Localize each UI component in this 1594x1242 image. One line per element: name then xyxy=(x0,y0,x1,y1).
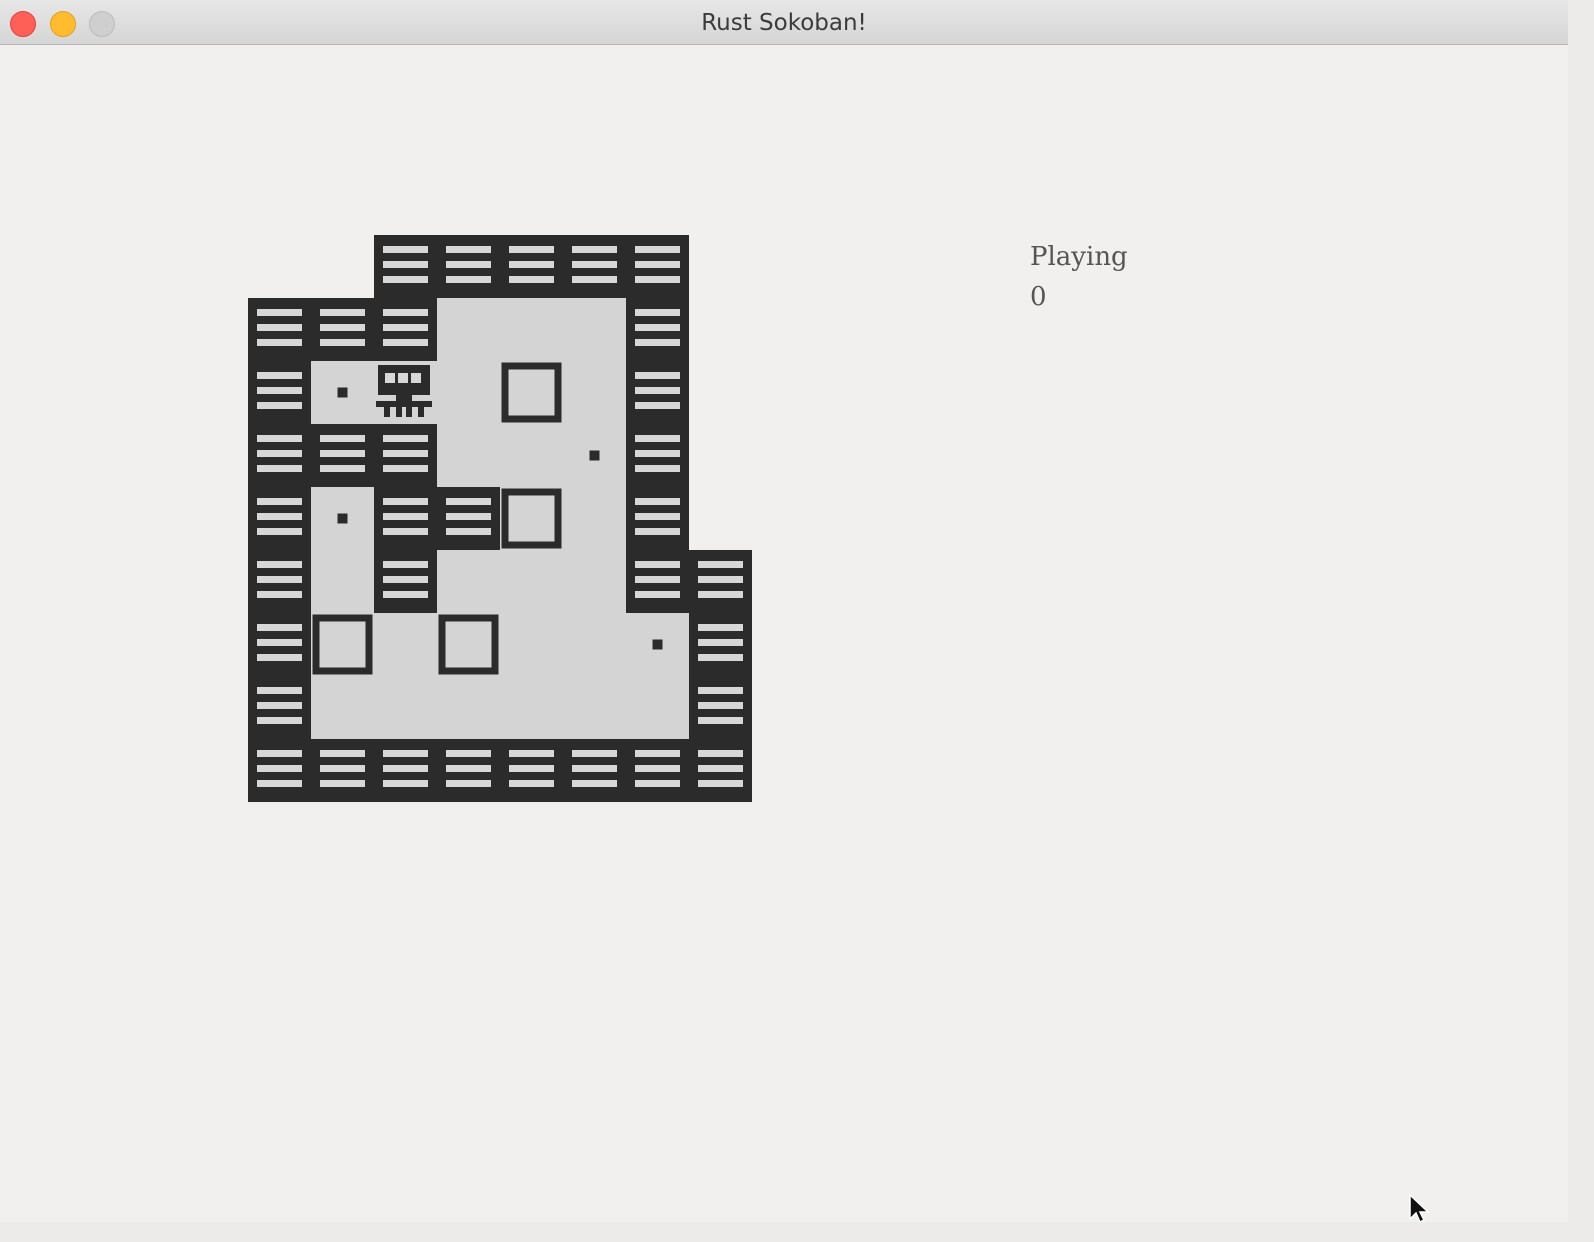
wall-tile xyxy=(626,487,689,550)
floor-tile xyxy=(437,424,500,487)
floor-tile xyxy=(563,613,626,676)
wall-tile xyxy=(689,550,752,613)
box-spot xyxy=(652,639,663,650)
floor-tile xyxy=(311,613,374,676)
wall-tile xyxy=(689,676,752,739)
floor-tile xyxy=(563,298,626,361)
floor-tile xyxy=(437,613,500,676)
window-title: Rust Sokoban! xyxy=(701,10,867,36)
floor-tile xyxy=(311,550,374,613)
wall-tile xyxy=(374,298,437,361)
box-spot xyxy=(589,450,600,461)
floor-tile xyxy=(437,550,500,613)
wall-tile xyxy=(311,739,374,802)
wall-tile xyxy=(437,739,500,802)
floor-tile xyxy=(500,676,563,739)
floor-tile xyxy=(563,550,626,613)
floor-tile xyxy=(500,550,563,613)
game-state-label: Playing xyxy=(1030,242,1128,272)
wall-tile xyxy=(248,424,311,487)
wall-tile xyxy=(563,235,626,298)
wall-tile xyxy=(374,487,437,550)
wall-tile xyxy=(626,739,689,802)
wall-tile xyxy=(374,235,437,298)
floor-tile xyxy=(626,676,689,739)
wall-tile xyxy=(311,298,374,361)
wall-tile xyxy=(248,613,311,676)
mouse-pointer-icon xyxy=(1409,1194,1430,1222)
wall-tile xyxy=(248,550,311,613)
wall-tile xyxy=(248,487,311,550)
game-window: Rust Sokoban! Playing 0 xyxy=(0,0,1568,1222)
wall-tile xyxy=(689,739,752,802)
wall-tile xyxy=(689,613,752,676)
floor-tile xyxy=(311,676,374,739)
floor-tile xyxy=(500,487,563,550)
wall-tile xyxy=(563,739,626,802)
wall-tile xyxy=(311,424,374,487)
wall-tile xyxy=(437,235,500,298)
floor-tile xyxy=(437,298,500,361)
floor-tile xyxy=(500,298,563,361)
floor-tile xyxy=(500,613,563,676)
wall-tile xyxy=(626,361,689,424)
wall-tile xyxy=(500,235,563,298)
floor-tile xyxy=(563,676,626,739)
floor-tile xyxy=(374,676,437,739)
move-count: 0 xyxy=(1030,282,1047,312)
wall-tile xyxy=(626,424,689,487)
floor-tile xyxy=(500,361,563,424)
wall-tile xyxy=(374,424,437,487)
wall-tile xyxy=(248,739,311,802)
floor-tile xyxy=(563,487,626,550)
wall-tile xyxy=(374,550,437,613)
floor-tile xyxy=(500,424,563,487)
game-canvas[interactable]: Playing 0 xyxy=(0,46,1568,1222)
wall-tile xyxy=(248,676,311,739)
floor-tile xyxy=(437,676,500,739)
floor-tile xyxy=(437,361,500,424)
floor-tile xyxy=(374,613,437,676)
box-spot xyxy=(337,387,348,398)
box-spot xyxy=(337,513,348,524)
wall-tile xyxy=(437,487,500,550)
wall-tile xyxy=(248,361,311,424)
wall-tile xyxy=(626,550,689,613)
wall-tile xyxy=(500,739,563,802)
wall-tile xyxy=(248,298,311,361)
title-bar[interactable]: Rust Sokoban! xyxy=(0,0,1568,45)
wall-tile xyxy=(626,235,689,298)
floor-tile xyxy=(563,361,626,424)
wall-tile xyxy=(626,298,689,361)
wall-tile xyxy=(374,739,437,802)
sokoban-board xyxy=(248,235,752,802)
